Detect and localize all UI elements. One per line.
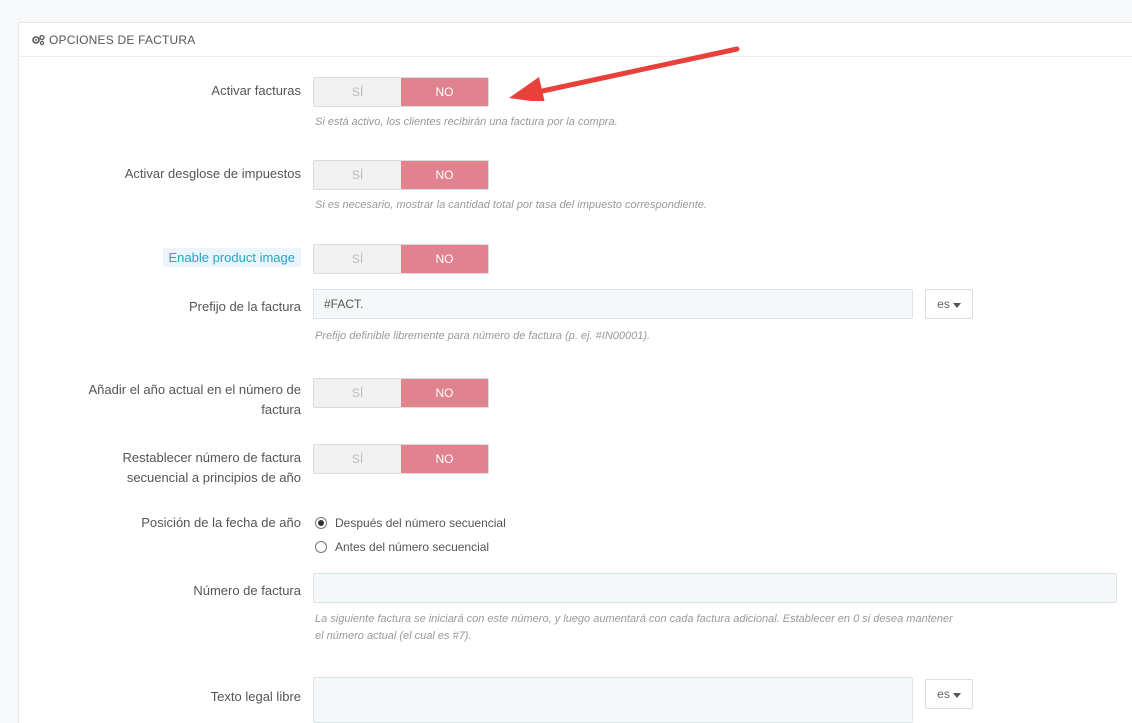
texto-legal-label: Texto legal libre: [210, 689, 301, 704]
prefijo-lang-dropdown[interactable]: es: [925, 289, 973, 319]
texto-legal-lang-label: es: [937, 687, 950, 701]
caret-down-icon: [952, 687, 961, 701]
product-image-switch[interactable]: SÍ NO: [313, 244, 489, 274]
desglose-yes[interactable]: SÍ: [314, 161, 401, 189]
anio-numero-yes[interactable]: SÍ: [314, 379, 401, 407]
numero-input[interactable]: [313, 573, 1117, 603]
product-image-yes[interactable]: SÍ: [314, 245, 401, 273]
product-image-no[interactable]: NO: [401, 245, 488, 273]
posicion-option-antes[interactable]: Antes del número secuencial: [315, 540, 489, 554]
anio-numero-label-line2: factura: [261, 402, 301, 417]
posicion-label: Posición de la fecha de año: [141, 515, 301, 530]
prefijo-input[interactable]: #FACT.: [313, 289, 913, 319]
restablecer-label-line1: Restablecer número de factura: [122, 450, 301, 465]
prefijo-label: Prefijo de la factura: [188, 299, 301, 314]
desglose-switch[interactable]: SÍ NO: [313, 160, 489, 190]
cogs-icon: [31, 34, 45, 46]
anio-numero-no[interactable]: NO: [401, 379, 488, 407]
anio-numero-switch[interactable]: SÍ NO: [313, 378, 489, 408]
activar-facturas-switch[interactable]: SÍ NO: [313, 77, 489, 107]
anio-numero-label-line1: Añadir el año actual en el número de: [88, 382, 301, 397]
prefijo-value: #FACT.: [324, 297, 364, 311]
activar-facturas-no[interactable]: NO: [401, 78, 488, 106]
desglose-help: Si es necesario, mostrar la cantidad tot…: [315, 199, 707, 211]
panel-title: OPCIONES DE FACTURA: [49, 32, 196, 47]
restablecer-yes[interactable]: SÍ: [314, 445, 401, 473]
activar-facturas-label: Activar facturas: [211, 83, 301, 98]
numero-label: Número de factura: [193, 583, 301, 598]
desglose-no[interactable]: NO: [401, 161, 488, 189]
posicion-option-despues[interactable]: Después del número secuencial: [315, 516, 506, 530]
annotation-arrow-icon: [509, 46, 740, 101]
restablecer-label-line2: secuencial a principios de año: [126, 470, 301, 485]
posicion-option-antes-label: Antes del número secuencial: [335, 540, 490, 554]
activar-facturas-help: Si está activo, los clientes recibirán u…: [315, 116, 618, 128]
desglose-label: Activar desglose de impuestos: [124, 166, 301, 181]
invoice-options-panel: OPCIONES DE FACTURA Activar facturas SÍ …: [18, 22, 1132, 723]
activar-facturas-yes[interactable]: SÍ: [314, 78, 401, 106]
restablecer-switch[interactable]: SÍ NO: [313, 444, 489, 474]
prefijo-help: Prefijo definible libremente para número…: [315, 330, 651, 342]
numero-help: La siguiente factura se iniciará con est…: [315, 611, 1115, 645]
restablecer-label: Restablecer número de factura secuencial…: [21, 448, 301, 488]
caret-down-icon: [952, 297, 961, 311]
texto-legal-textarea[interactable]: [313, 677, 913, 723]
anio-numero-label: Añadir el año actual en el número de fac…: [21, 380, 301, 420]
numero-help-line1: La siguiente factura se iniciará con est…: [315, 613, 953, 625]
texto-legal-lang-dropdown[interactable]: es: [925, 679, 973, 709]
numero-help-line2: el número actual (el cual es #7).: [315, 630, 472, 642]
prefijo-lang-label: es: [937, 297, 950, 311]
radio-unchecked-icon[interactable]: [315, 541, 327, 553]
product-image-label: Enable product image: [21, 248, 301, 268]
posicion-option-despues-label: Después del número secuencial: [335, 516, 506, 530]
radio-checked-icon[interactable]: [315, 517, 327, 529]
product-image-label-text: Enable product image: [162, 248, 301, 267]
restablecer-no[interactable]: NO: [401, 445, 488, 473]
